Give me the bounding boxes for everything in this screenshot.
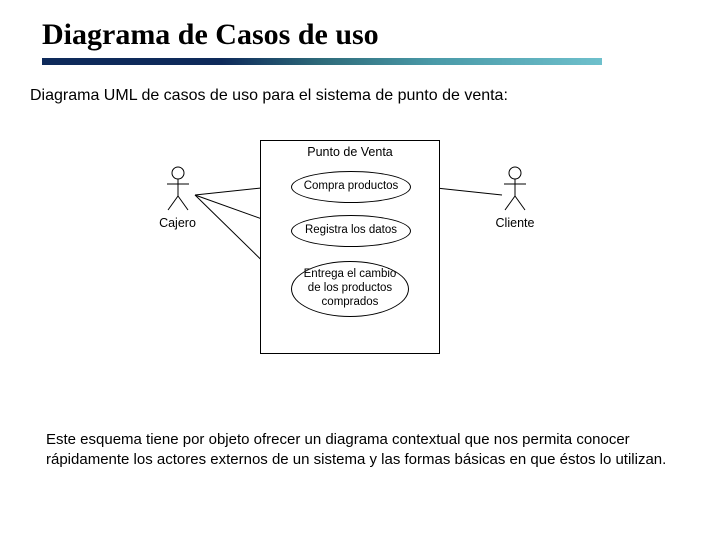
actor-label: Cajero (140, 216, 215, 230)
usecase-compra-productos: Compra productos (291, 171, 411, 203)
title-underline (42, 58, 602, 65)
actor-cliente: Cliente (480, 166, 550, 230)
system-boundary: Punto de Venta Compra productos Registra… (260, 140, 440, 354)
usecase-entrega-cambio: Entrega el cambio de los productos compr… (291, 261, 409, 317)
use-case-diagram: Punto de Venta Compra productos Registra… (140, 140, 550, 360)
actor-label: Cliente (480, 216, 550, 230)
actor-cajero: Cajero (140, 166, 215, 230)
page-title: Diagrama de Casos de uso (0, 0, 720, 52)
actor-icon (500, 166, 530, 212)
system-title: Punto de Venta (261, 145, 439, 159)
usecase-registra-datos: Registra los datos (291, 215, 411, 247)
description-paragraph: Este esquema tiene por objeto ofrecer un… (46, 430, 680, 471)
page-subtitle: Diagrama UML de casos de uso para el sis… (0, 65, 720, 105)
actor-icon (163, 166, 193, 212)
